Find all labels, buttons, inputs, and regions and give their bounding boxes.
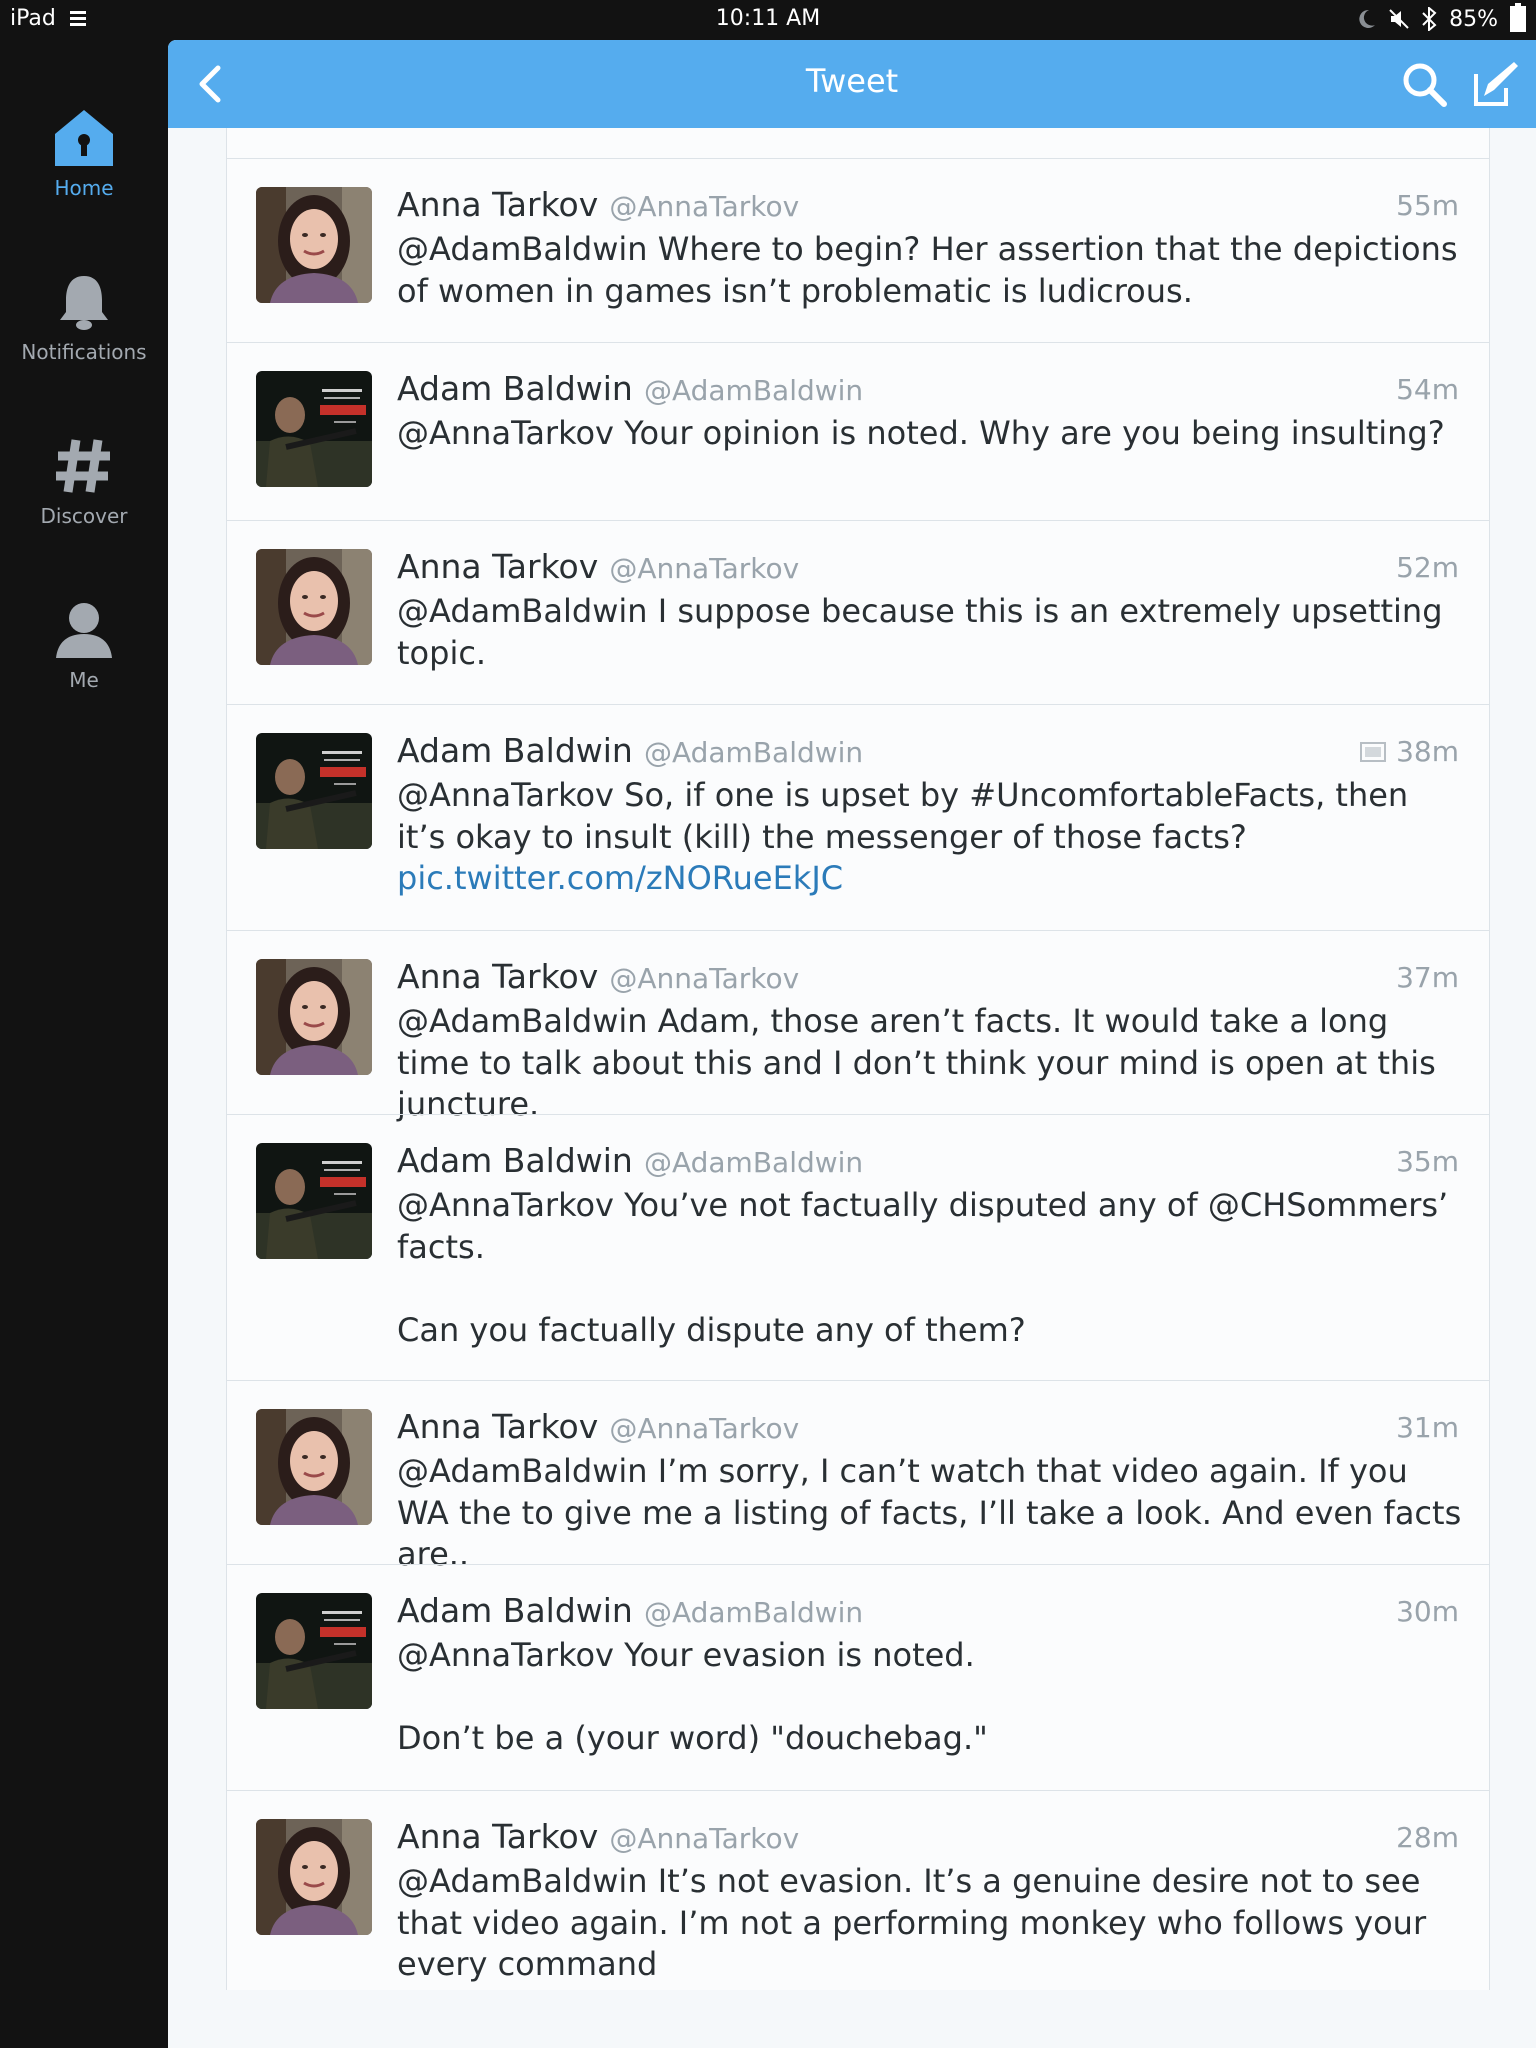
tweet-text: @AnnaTarkov So, if one is upset by #Unco…: [397, 776, 1419, 898]
author-handle[interactable]: @AdamBaldwin: [644, 736, 863, 769]
author-handle[interactable]: @AnnaTarkov: [609, 962, 799, 995]
anna-avatar-photo: [256, 1409, 372, 1525]
avatar[interactable]: [256, 733, 372, 849]
tweet-2[interactable]: Adam Baldwin @AdamBaldwin 54m @AnnaTarko…: [227, 342, 1489, 520]
avatar[interactable]: [256, 1593, 372, 1709]
author-handle[interactable]: @AnnaTarkov: [609, 552, 799, 585]
avatar[interactable]: [256, 959, 372, 1075]
nav-me-label: Me: [69, 668, 99, 692]
conversation-list: Anna Tarkov @AnnaTarkov 55m @AdamBaldwin…: [226, 158, 1490, 1990]
adam-avatar-photo: [256, 371, 372, 487]
author-name[interactable]: Anna Tarkov: [397, 1407, 598, 1446]
photo-link[interactable]: pic.twitter.com/zNORueEkJC: [397, 859, 843, 897]
tweet-text: @AdamBaldwin It’s not evasion. It’s a ge…: [397, 1862, 1437, 1984]
timestamp: 54m: [1396, 373, 1459, 406]
tweet-text: @AdamBaldwin Where to begin? Her asserti…: [397, 230, 1468, 310]
tweet-panel: Tweet Anna Tarkov @AnnaTarkov 55m @AdamB…: [168, 40, 1536, 2048]
avatar[interactable]: [256, 549, 372, 665]
author-name[interactable]: Anna Tarkov: [397, 185, 598, 224]
author-handle[interactable]: @AnnaTarkov: [609, 1412, 799, 1445]
author-name[interactable]: Anna Tarkov: [397, 957, 598, 996]
author-handle[interactable]: @AdamBaldwin: [644, 374, 863, 407]
status-bar: iPad 10:11 AM 85%: [0, 0, 1536, 40]
author-name[interactable]: Adam Baldwin: [397, 1141, 633, 1180]
timestamp: 35m: [1396, 1145, 1459, 1178]
adam-avatar-photo: [256, 733, 372, 849]
clock: 10:11 AM: [715, 6, 821, 31]
tweet-9[interactable]: Anna Tarkov @AnnaTarkov 28m @AdamBaldwin…: [227, 1790, 1489, 1990]
tweet-text: @AnnaTarkov Your opinion is noted. Why a…: [397, 414, 1445, 452]
tweet-text: @AdamBaldwin I’m sorry, I can’t watch th…: [397, 1452, 1472, 1574]
timestamp: 28m: [1396, 1821, 1459, 1854]
nav-home[interactable]: Home: [0, 108, 168, 200]
avatar[interactable]: [256, 1409, 372, 1525]
side-nav: Home Notifications Discover Me: [0, 40, 168, 2048]
moon-icon: [1359, 9, 1376, 28]
bell-icon: [60, 276, 108, 330]
timestamp: 37m: [1396, 961, 1459, 994]
tweet-8[interactable]: Adam Baldwin @AdamBaldwin 30m @AnnaTarko…: [227, 1564, 1489, 1790]
tweet-5[interactable]: Anna Tarkov @AnnaTarkov 37m @AdamBaldwin…: [227, 930, 1489, 1123]
timestamp: 30m: [1396, 1595, 1459, 1628]
avatar[interactable]: [256, 1819, 372, 1935]
home-icon: [55, 110, 113, 166]
tweet-4[interactable]: Adam Baldwin @AdamBaldwin 38m @AnnaTarko…: [227, 704, 1489, 930]
tweet-text: @AdamBaldwin Adam, those aren’t facts. I…: [397, 1002, 1446, 1124]
anna-avatar-photo: [256, 187, 372, 303]
nav-me[interactable]: Me: [0, 600, 168, 692]
nav-notifications[interactable]: Notifications: [0, 272, 168, 364]
author-handle[interactable]: @AdamBaldwin: [644, 1596, 863, 1629]
avatar[interactable]: [256, 187, 372, 303]
nav-home-label: Home: [54, 176, 114, 200]
author-name[interactable]: Adam Baldwin: [397, 731, 633, 770]
list-top-edge: [226, 128, 1490, 158]
author-handle[interactable]: @AnnaTarkov: [609, 190, 799, 223]
tweet-6[interactable]: Adam Baldwin @AdamBaldwin 35m @AnnaTarko…: [227, 1114, 1489, 1380]
timestamp: 55m: [1396, 189, 1459, 222]
bluetooth-icon: [1422, 7, 1437, 31]
author-name[interactable]: Adam Baldwin: [397, 1591, 633, 1630]
search-icon[interactable]: [1400, 60, 1448, 108]
anna-avatar-photo: [256, 549, 372, 665]
adam-avatar-photo: [256, 1143, 372, 1259]
avatar[interactable]: [256, 1143, 372, 1259]
battery-icon: [1510, 3, 1526, 32]
timestamp: 52m: [1396, 551, 1459, 584]
battery-percent: 85%: [1449, 6, 1498, 32]
page-title: Tweet: [805, 62, 899, 100]
top-bar: Tweet: [168, 40, 1536, 128]
avatar[interactable]: [256, 371, 372, 487]
tweet-text: @AnnaTarkov You’ve not factually dispute…: [397, 1186, 1449, 1349]
tweet-text: @AdamBaldwin I suppose because this is a…: [397, 592, 1453, 672]
hashtag-icon: [56, 439, 110, 493]
person-icon: [56, 603, 112, 658]
mute-icon: [1389, 9, 1409, 29]
adam-avatar-photo: [256, 1593, 372, 1709]
author-name[interactable]: Adam Baldwin: [397, 369, 633, 408]
compose-icon[interactable]: [1470, 58, 1522, 110]
author-handle[interactable]: @AdamBaldwin: [644, 1146, 863, 1179]
anna-avatar-photo: [256, 1819, 372, 1935]
timestamp: 31m: [1396, 1411, 1459, 1444]
nav-discover-label: Discover: [40, 504, 128, 528]
tweet-text: @AnnaTarkov Your evasion is noted. Don’t…: [397, 1636, 988, 1758]
anna-avatar-photo: [256, 959, 372, 1075]
timestamp: 38m: [1360, 735, 1459, 768]
nav-notifications-label: Notifications: [21, 340, 147, 364]
nav-discover[interactable]: Discover: [0, 436, 168, 528]
photo-attachment-icon: [1360, 741, 1387, 762]
tweet-1[interactable]: Anna Tarkov @AnnaTarkov 55m @AdamBaldwin…: [227, 158, 1489, 342]
tweet-3[interactable]: Anna Tarkov @AnnaTarkov 52m @AdamBaldwin…: [227, 520, 1489, 704]
tweet-7[interactable]: Anna Tarkov @AnnaTarkov 31m @AdamBaldwin…: [227, 1380, 1489, 1573]
author-name[interactable]: Anna Tarkov: [397, 1817, 598, 1856]
author-name[interactable]: Anna Tarkov: [397, 547, 598, 586]
author-handle[interactable]: @AnnaTarkov: [609, 1822, 799, 1855]
